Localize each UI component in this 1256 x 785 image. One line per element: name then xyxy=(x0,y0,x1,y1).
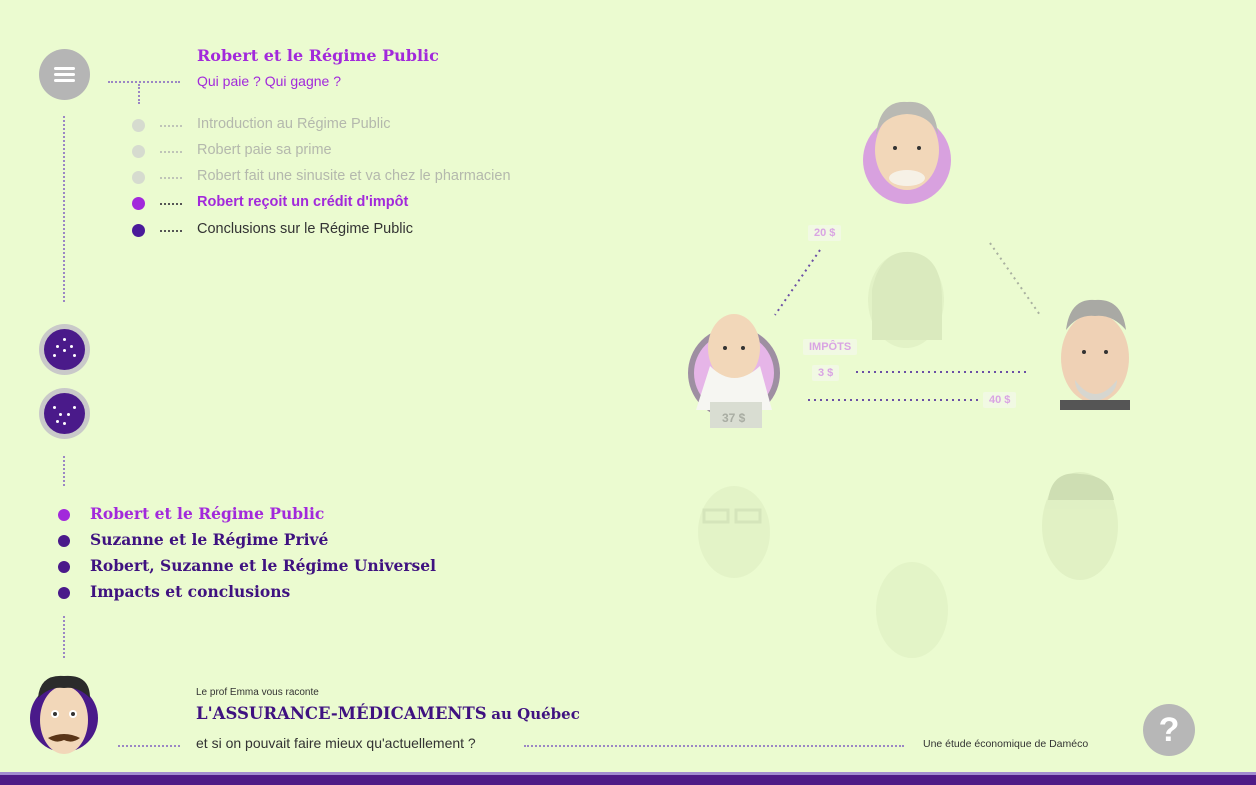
current-chapter-title: Robert et le Régime Public xyxy=(197,46,439,65)
hamburger-icon-line xyxy=(54,79,75,82)
timeline-dots xyxy=(63,616,65,658)
hamburger-icon-line xyxy=(54,73,75,76)
amount-label: 20 $ xyxy=(808,225,842,241)
section-button-1[interactable] xyxy=(39,324,90,375)
subitem-prime[interactable]: Robert paie sa prime xyxy=(132,141,552,161)
woman-portrait xyxy=(868,251,944,348)
connector-dots xyxy=(524,745,904,747)
current-chapter-subtitle: Qui paie ? Qui gagne ? xyxy=(197,73,341,89)
chapter-suzanne-prive[interactable]: Suzanne et le Régime Privé xyxy=(58,530,458,552)
leader-dots xyxy=(160,177,182,179)
bearded-man-portrait xyxy=(1060,299,1130,410)
hamburger-icon-line xyxy=(54,67,75,70)
footer-kicker: Le prof Emma vous raconte xyxy=(196,687,319,698)
connector-dots xyxy=(138,84,140,104)
footer-credit: Une étude économique de Daméco xyxy=(923,738,1089,750)
subitem-label: Robert paie sa prime xyxy=(197,142,332,158)
progress-dot xyxy=(132,119,145,132)
amount-label: 40 $ xyxy=(983,392,1017,408)
subitem-introduction[interactable]: Introduction au Régime Public xyxy=(132,115,552,135)
chapter-dot xyxy=(58,509,70,521)
help-button[interactable]: ? xyxy=(1143,704,1195,756)
chapter-universel[interactable]: Robert, Suzanne et le Régime Universel xyxy=(58,556,458,578)
headset-woman-portrait xyxy=(876,562,948,658)
bottom-bar xyxy=(0,775,1256,785)
subitem-label: Robert reçoit un crédit d'impôt xyxy=(197,194,409,210)
amount-label: 37 $ xyxy=(722,411,746,425)
chapter-label: Robert et le Régime Public xyxy=(90,504,325,523)
progress-dot xyxy=(132,145,145,158)
old-man-portrait xyxy=(863,101,951,204)
amount-label: 3 $ xyxy=(812,365,840,381)
progress-dot xyxy=(132,171,145,184)
impots-label: IMPÔTS xyxy=(803,339,858,355)
professor-avatar xyxy=(30,675,98,754)
footer-subtitle: et si on pouvait faire mieux qu'actuelle… xyxy=(196,735,476,751)
diagram-illustration xyxy=(688,101,1130,658)
footer-title-rest: au Québec xyxy=(491,705,580,723)
subitem-sinusite[interactable]: Robert fait une sinusite et va chez le p… xyxy=(132,167,552,187)
dots-icon xyxy=(44,393,85,434)
chapter-dot xyxy=(58,561,70,573)
footer-title-main: L'ASSURANCE-MÉDICAMENTS xyxy=(196,704,487,723)
leader-dots xyxy=(160,203,182,205)
businessman-portrait xyxy=(1042,472,1118,580)
leader-dots xyxy=(160,230,182,232)
subitem-label: Introduction au Régime Public xyxy=(197,116,391,132)
connector-dots xyxy=(118,745,180,747)
progress-dot xyxy=(132,197,145,210)
subitem-label: Robert fait une sinusite et va chez le p… xyxy=(197,168,511,184)
leader-dots xyxy=(160,151,182,153)
section-button-2[interactable] xyxy=(39,388,90,439)
chapter-dot xyxy=(58,535,70,547)
chapter-robert-public[interactable]: Robert et le Régime Public xyxy=(58,504,458,526)
glasses-man-portrait xyxy=(698,486,770,578)
connector-dots xyxy=(108,81,180,83)
timeline-dots xyxy=(63,456,65,486)
chapter-label: Impacts et conclusions xyxy=(90,582,291,601)
subitem-label: Conclusions sur le Régime Public xyxy=(197,221,413,237)
chapter-dot xyxy=(58,587,70,599)
question-icon: ? xyxy=(1158,711,1180,749)
chapter-label: Suzanne et le Régime Privé xyxy=(90,530,329,549)
subitem-conclusions[interactable]: Conclusions sur le Régime Public xyxy=(132,220,552,240)
footer-title: L'ASSURANCE-MÉDICAMENTS au Québec xyxy=(196,704,580,724)
leader-dots xyxy=(160,125,182,127)
chapter-impacts[interactable]: Impacts et conclusions xyxy=(58,582,458,604)
chapter-label: Robert, Suzanne et le Régime Universel xyxy=(90,556,437,575)
menu-button[interactable] xyxy=(39,49,90,100)
timeline-dots xyxy=(63,116,65,302)
progress-dot xyxy=(132,224,145,237)
dots-icon xyxy=(44,329,85,370)
subitem-credit-impot[interactable]: Robert reçoit un crédit d'impôt xyxy=(132,193,552,213)
